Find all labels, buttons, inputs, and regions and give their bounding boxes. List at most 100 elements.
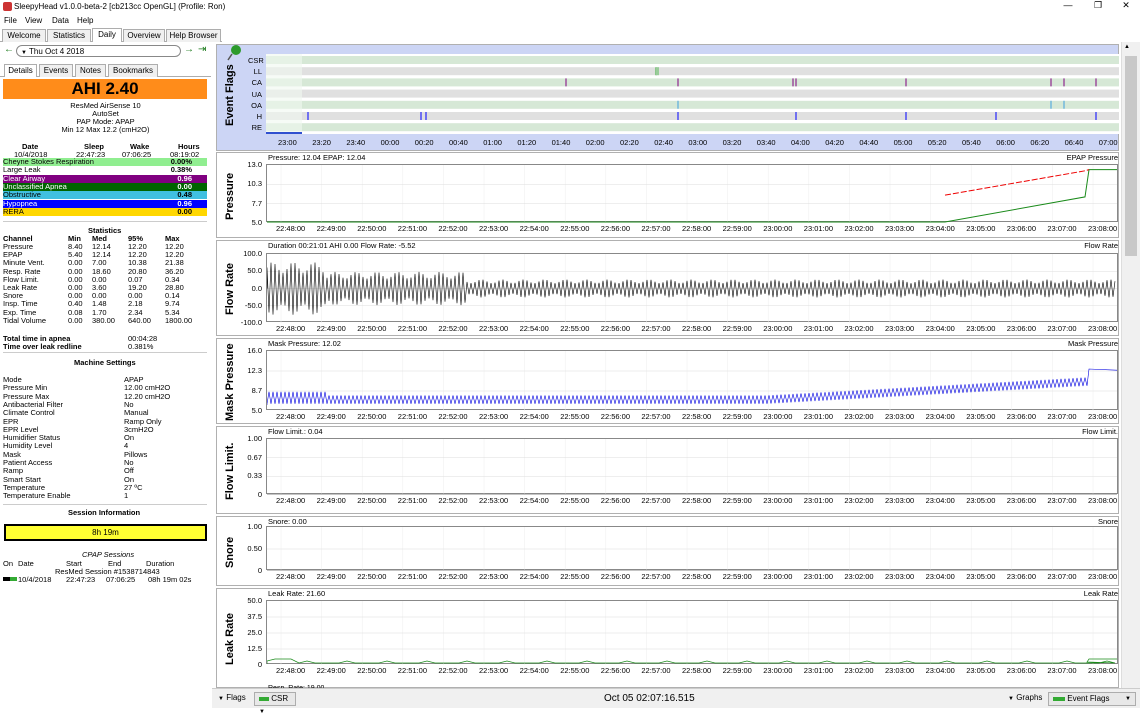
event-flags-xtick: 07:00 [1098, 138, 1118, 147]
graph-xtick: 22:51:00 [397, 324, 427, 333]
leak-rate-line [267, 658, 1117, 664]
stats-cell: 640.00 [128, 315, 151, 325]
scroll-thumb[interactable] [1125, 56, 1137, 256]
graph-xtick: 22:48:00 [276, 324, 306, 333]
tab-notes[interactable]: Notes [75, 64, 106, 77]
graph-svg-mask [267, 351, 1117, 411]
graph-xtick: 22:59:00 [722, 572, 752, 581]
tab-bookmarks[interactable]: Bookmarks [108, 64, 158, 77]
event-flags-xtick: 00:00 [380, 138, 400, 147]
event-flag-row-label: UA [251, 89, 262, 99]
menu-file[interactable]: File [4, 16, 17, 25]
graph-xtick: 22:58:00 [682, 572, 712, 581]
divider [3, 352, 207, 353]
graph-xtick: 23:07:00 [1047, 496, 1077, 505]
graph-legend-pressure: EPAP Pressure [1066, 153, 1118, 162]
event-flag-row-label: CSR [248, 56, 264, 65]
graph-xtick: 22:51:00 [397, 572, 427, 581]
graph-xtick: 23:04:00 [925, 224, 955, 233]
total-value: 0.381% [128, 342, 154, 351]
graph-xtick: 23:03:00 [885, 224, 915, 233]
graph-ytick: 16.0 [247, 346, 262, 355]
graph-ytick: 37.5 [247, 612, 262, 621]
event-flags-xtick: 23:40 [346, 138, 366, 147]
flags-label: Flags [226, 693, 246, 702]
menu-view[interactable]: View [25, 16, 42, 25]
graph-xtick: 23:08:00 [1088, 324, 1118, 333]
event-flag-row-band [266, 100, 1119, 109]
event-flags-dropdown-label: Event Flags [1067, 694, 1110, 703]
tab-daily[interactable]: Daily [92, 28, 122, 42]
setting-value: 1 [124, 491, 129, 501]
close-icon[interactable]: ✕ [1116, 0, 1136, 11]
graph-xtick: 23:00:00 [763, 496, 793, 505]
session-start: 22:47:23 [66, 575, 96, 584]
graph-xtick: 22:52:00 [438, 412, 468, 421]
tab-events[interactable]: Events [39, 64, 73, 77]
graph-xtick: 22:49:00 [316, 666, 346, 675]
session-toggle[interactable] [3, 577, 17, 581]
tab-details[interactable]: Details [4, 64, 37, 77]
graph-xtick: 22:55:00 [560, 224, 590, 233]
event-flags-xtick: 03:00 [688, 138, 708, 147]
event-flags-dropdown[interactable]: Event Flags ▼ [1048, 692, 1136, 706]
event-flags-xtick: 06:00 [996, 138, 1015, 147]
event-flags-xtick: 05:00 [893, 138, 913, 147]
csr-dropdown[interactable]: CSR ▼ [254, 692, 296, 715]
cursor-timestamp: Oct 05 02:07:16.515 [604, 693, 695, 704]
session-header-on: On [3, 559, 14, 568]
session-header-date: Date [18, 559, 34, 568]
flags-button[interactable]: ▼ Flags [214, 692, 252, 706]
chevron-down-icon: ▼ [1125, 696, 1131, 702]
scroll-up-icon[interactable]: ▲ [1124, 44, 1130, 50]
graph-scrollbar[interactable]: ▲ [1121, 42, 1140, 688]
large-leak-mark [656, 67, 659, 76]
graph-xtick: 23:07:00 [1047, 572, 1077, 581]
graph-xtick: 22:50:00 [357, 324, 387, 333]
menu-data[interactable]: Data [52, 16, 69, 25]
graph-svg-pressure [267, 165, 1117, 223]
graphs-button[interactable]: ▼ Graphs [1004, 692, 1052, 706]
next-day-icon[interactable]: → [184, 44, 194, 55]
event-row: RERA 0.00 [3, 207, 207, 216]
graph-title-flowlim: Flow Limit.: 0.04 [268, 427, 323, 436]
tab-statistics[interactable]: Statistics [47, 29, 91, 42]
graph-xtick: 23:04:00 [925, 572, 955, 581]
event-flag-row-label: H [256, 112, 262, 121]
graph-svg-leak [267, 601, 1117, 665]
tab-welcome[interactable]: Welcome [2, 29, 46, 42]
graph-ytick: 0 [257, 660, 262, 669]
graph-xtick: 23:00:00 [763, 224, 793, 233]
session-duration-bar[interactable]: 8h 19m [4, 524, 207, 541]
graph-xtick: 23:01:00 [803, 224, 833, 233]
event-flags-chart[interactable] [266, 54, 1119, 134]
graph-xtick: 23:06:00 [1006, 572, 1036, 581]
graph-ytick: -50.0 [244, 300, 262, 310]
graph-ytick: 0.33 [247, 471, 262, 481]
menu-help[interactable]: Help [77, 16, 93, 25]
graph-xtick: 22:48:00 [276, 666, 306, 675]
graph-xtick: 22:51:00 [397, 412, 427, 421]
graph-xtick: 23:03:00 [885, 412, 915, 421]
tab-overview[interactable]: Overview [123, 29, 165, 42]
minimize-icon[interactable]: — [1058, 0, 1078, 10]
stats-cell: 0.00 [68, 315, 83, 325]
last-day-icon[interactable]: ⇥ [198, 44, 206, 55]
event-flags-xtick: 05:40 [962, 138, 981, 147]
graph-ytick: 50.0 [247, 266, 262, 276]
divider [3, 504, 207, 505]
tab-help-browser[interactable]: Help Browser [166, 29, 221, 42]
graph-xtick: 23:04:00 [925, 496, 955, 505]
event-flag-row-label: RE [251, 123, 262, 133]
graph-xtick: 23:04:00 [925, 666, 955, 675]
event-flags-xtick: 05:20 [927, 138, 947, 147]
event-flags-xtick: 00:40 [449, 138, 468, 147]
graph-xtick: 22:53:00 [479, 572, 509, 581]
date-picker[interactable]: ▼ Thu Oct 4 2018 [16, 45, 181, 57]
pin-icon[interactable] [226, 42, 246, 62]
prev-day-icon[interactable]: ← [4, 44, 14, 55]
graph-xtick: 23:06:00 [1006, 496, 1036, 505]
graph-xtick: 23:07:00 [1047, 666, 1077, 675]
event-flag-row-label: CA [251, 78, 262, 88]
maximize-icon[interactable]: ❐ [1088, 0, 1108, 11]
